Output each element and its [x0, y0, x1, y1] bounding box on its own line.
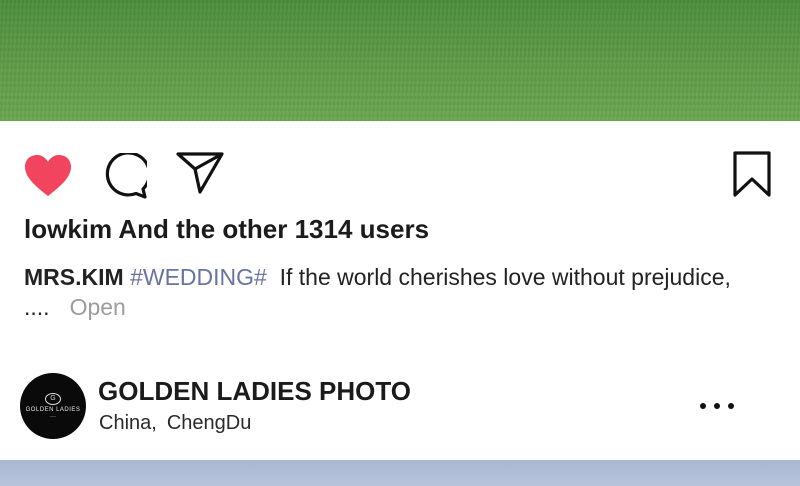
location-city: ChengDu [166, 412, 252, 434]
paper-plane-icon[interactable] [176, 152, 224, 194]
likes-summary[interactable]: lowkim And the other 1314 users [24, 214, 429, 245]
caption-hashtag[interactable]: #WEDDING# [130, 264, 267, 290]
brand-logo-mark: G [45, 393, 61, 405]
next-post-photo[interactable] [0, 460, 800, 486]
caption-open-link[interactable]: Open [70, 294, 126, 320]
post-location[interactable]: China, ChengDu [99, 412, 251, 435]
more-options-button[interactable] [700, 396, 734, 416]
bookmark-icon[interactable] [733, 151, 771, 197]
location-country: China, [99, 412, 157, 434]
comment-bubble-icon[interactable] [101, 153, 147, 199]
more-dots-icon [700, 403, 706, 409]
more-dots-icon [728, 403, 734, 409]
heart-icon[interactable] [24, 154, 72, 198]
more-dots-icon [714, 403, 720, 409]
post-photo-top[interactable] [0, 0, 800, 121]
caption-author[interactable]: MRS.KIM [24, 264, 124, 290]
avatar-logo-text: GOLDEN LADIES [25, 407, 81, 413]
avatar-logo-sub: ── [50, 414, 56, 419]
post-caption: MRS.KIM #WEDDING# If the world cherishes… [24, 262, 764, 322]
account-name[interactable]: GOLDEN LADIES PHOTO [98, 376, 411, 407]
avatar[interactable]: G GOLDEN LADIES ── [20, 373, 86, 439]
